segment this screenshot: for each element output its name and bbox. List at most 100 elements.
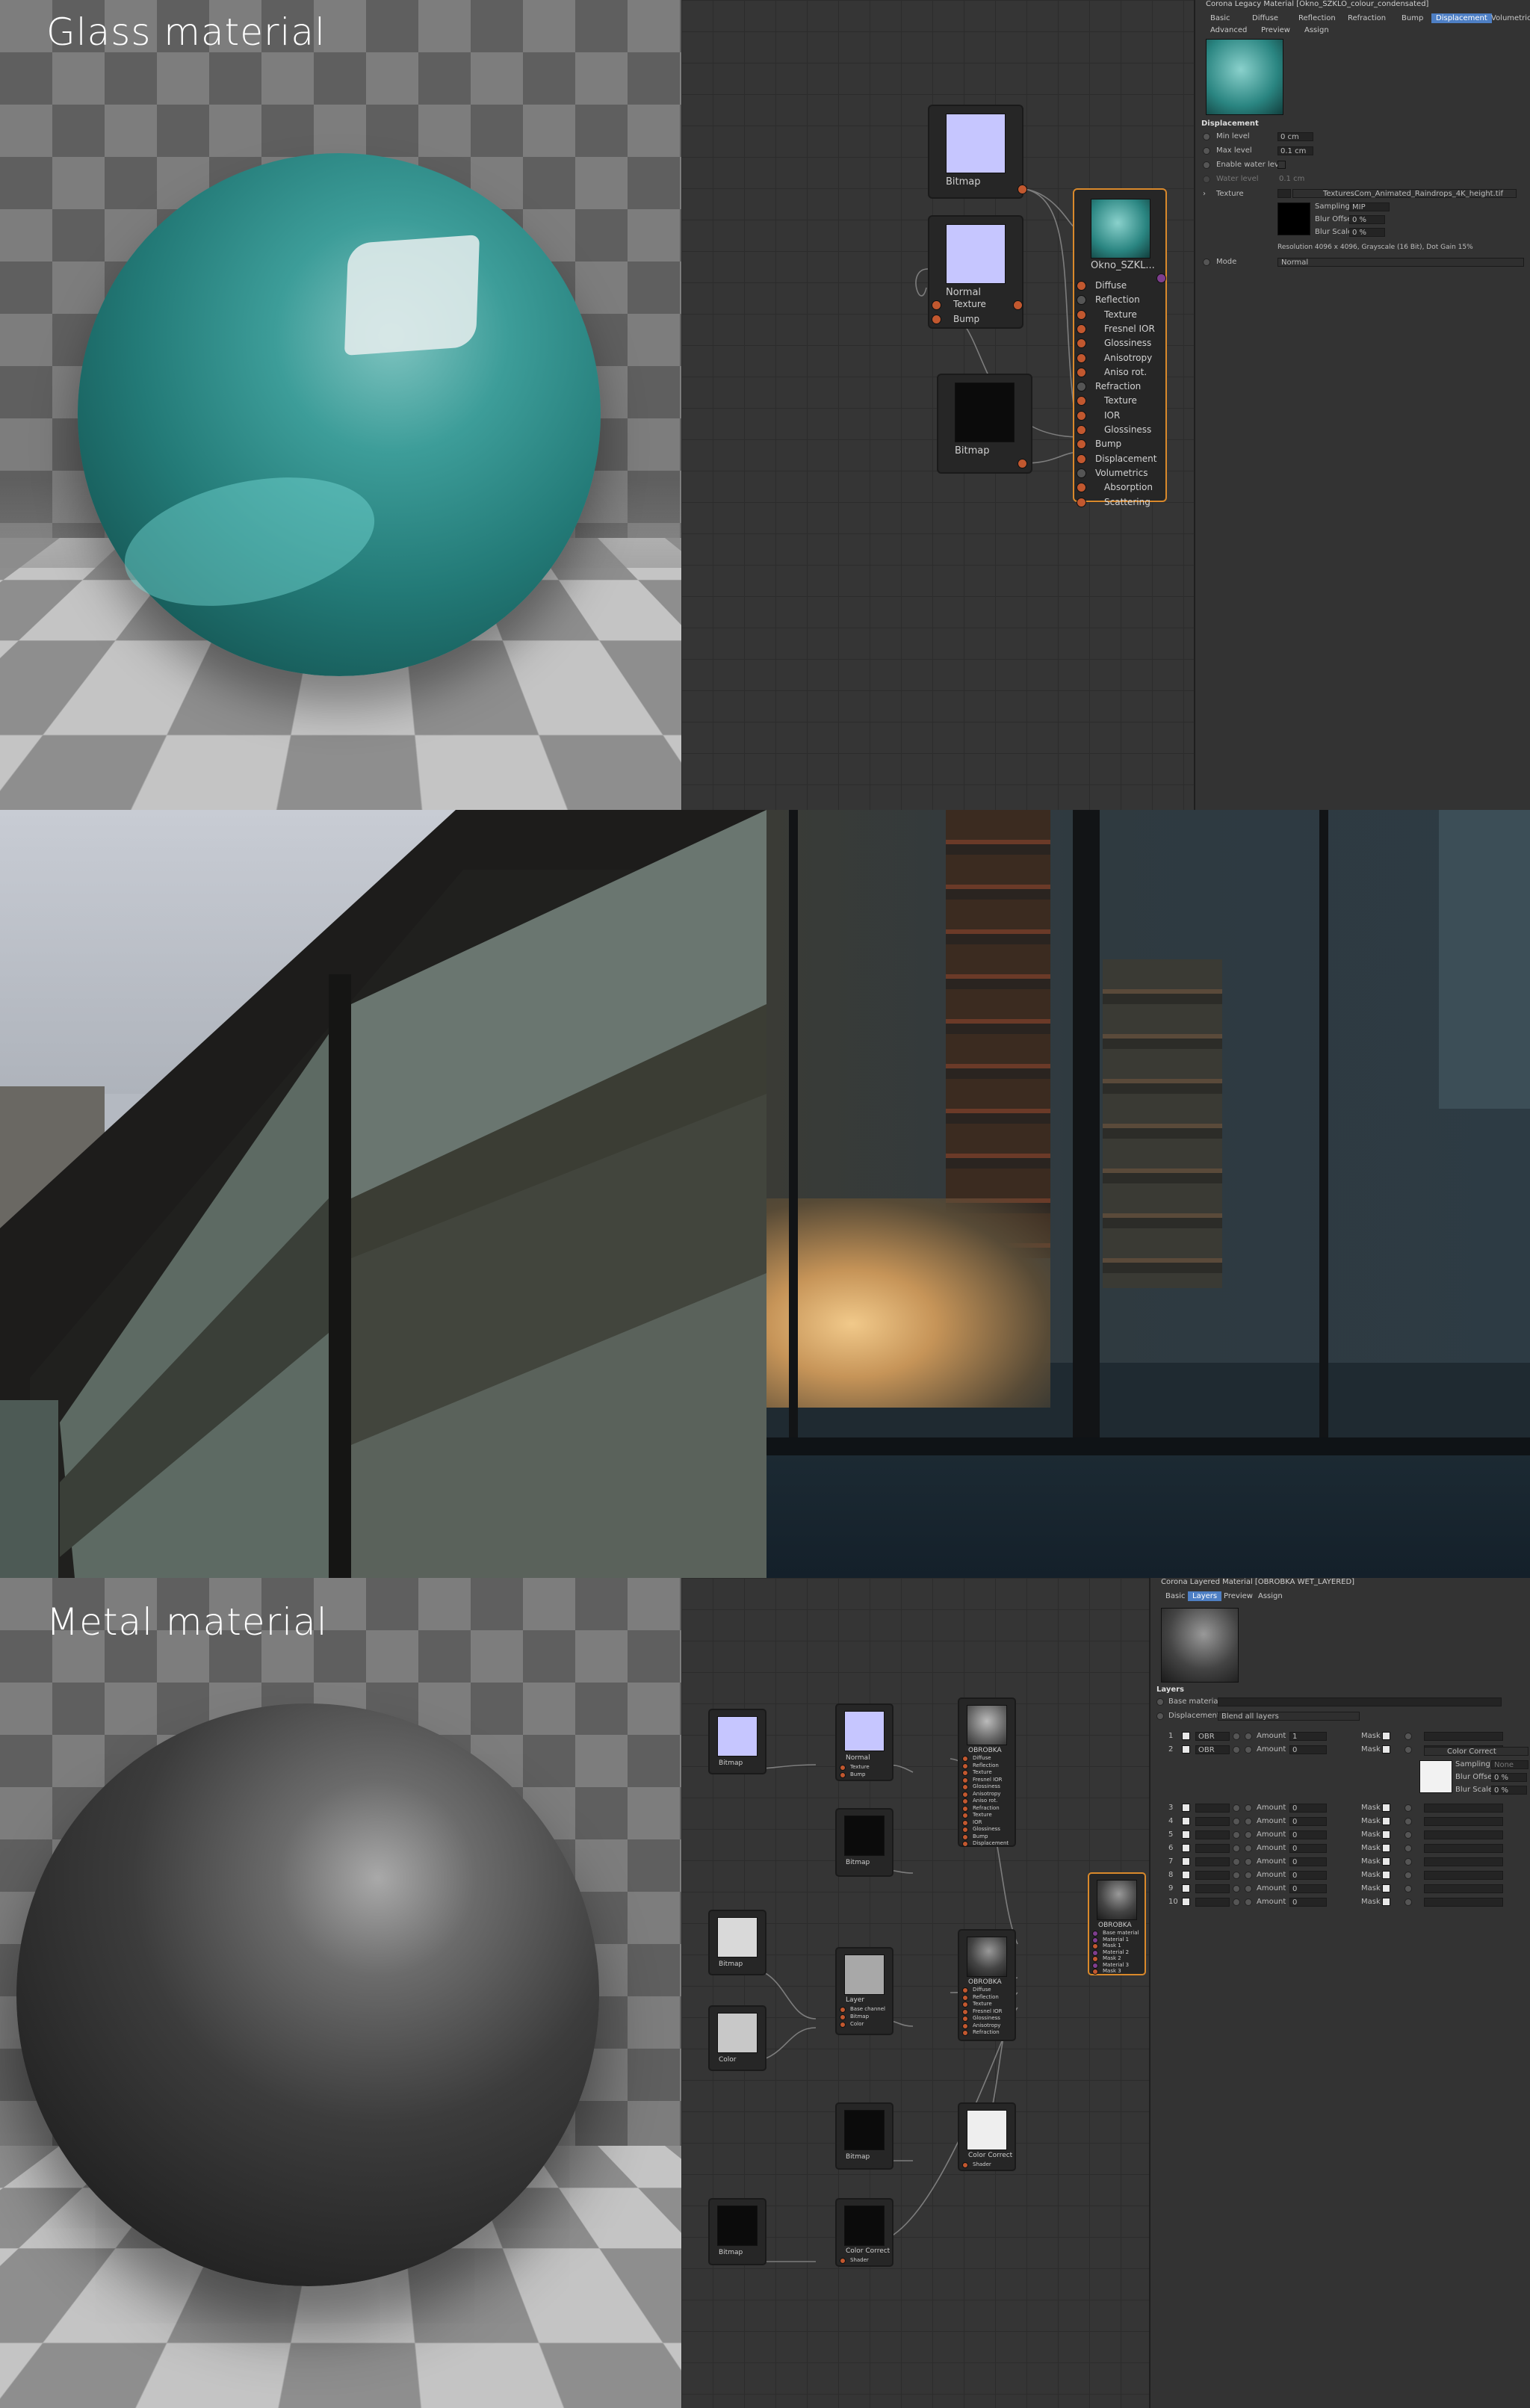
displacement-dropdown[interactable]: Blend all layers <box>1218 1712 1360 1721</box>
layer-amount-field[interactable]: 0 <box>1289 1817 1327 1826</box>
node-input-socket[interactable] <box>1092 1949 1098 1956</box>
metal-bitmap-2[interactable]: Bitmap <box>835 1808 893 1877</box>
metal-material-node-2[interactable]: OBROBKA Diffuse Reflection Texture Fresnel … <box>958 1929 1016 2041</box>
tab-reflection[interactable]: Reflection <box>1294 13 1340 23</box>
node-input-socket[interactable] <box>962 1987 968 1993</box>
node-input-socket[interactable] <box>962 1798 968 1804</box>
metal-color-correct-2[interactable]: Color Correct Shader <box>835 2198 893 2267</box>
metal-bitmap-3[interactable]: Bitmap <box>708 1910 766 1975</box>
tab-refraction[interactable]: Refraction <box>1343 13 1390 23</box>
layer-amount-anim-icon[interactable] <box>1245 1845 1252 1852</box>
normal-node[interactable]: Normal Texture Bump <box>928 215 1023 329</box>
layer-amount-field[interactable]: 0 <box>1289 1830 1327 1839</box>
material-input-socket[interactable] <box>1077 497 1086 507</box>
enable-water-checkbox[interactable] <box>1277 161 1286 169</box>
layer-mask-checkbox[interactable] <box>1382 1844 1390 1852</box>
metal-node-editor[interactable]: Bitmap Normal Texture Bump OBROBKA Diffu… <box>681 1578 1149 2408</box>
layer-amount-field[interactable]: 0 <box>1289 1857 1327 1866</box>
node-input-socket[interactable] <box>962 1813 968 1819</box>
layer-material-field[interactable] <box>1195 1804 1230 1813</box>
output-socket[interactable] <box>1018 185 1027 194</box>
node-input-socket[interactable] <box>962 1819 968 1826</box>
material-input-socket[interactable] <box>1077 353 1086 363</box>
material-input-socket[interactable] <box>1077 410 1086 421</box>
layer-mask-checkbox[interactable] <box>1382 1745 1390 1754</box>
layer-enable-checkbox[interactable] <box>1182 1871 1190 1879</box>
node-input-socket[interactable] <box>962 1784 968 1790</box>
layer-enable-checkbox[interactable] <box>1182 1745 1190 1754</box>
layer-mask-menu-icon[interactable] <box>1404 1733 1412 1740</box>
min-level-field[interactable]: 0 cm <box>1277 132 1313 141</box>
sampling-dropdown[interactable]: MIP <box>1349 202 1390 211</box>
layer-material-picker-icon[interactable] <box>1233 1872 1240 1879</box>
material-input-socket[interactable] <box>1077 468 1086 478</box>
layer-material-picker-icon[interactable] <box>1233 1733 1240 1740</box>
layer-material-field[interactable] <box>1195 1898 1230 1907</box>
mode-dropdown[interactable]: Normal <box>1277 258 1524 267</box>
node-input-socket[interactable] <box>962 2022 968 2029</box>
layer-mask-menu-icon[interactable] <box>1404 1898 1412 1906</box>
layer-amount-field[interactable]: 1 <box>1289 1732 1327 1741</box>
tab-layers[interactable]: Layers <box>1188 1591 1222 1601</box>
layer-material-field[interactable] <box>1195 1830 1230 1839</box>
metal-attribute-manager[interactable]: Corona Layered Material [OBROBKA WET_LAY… <box>1149 1578 1530 2408</box>
layer-material-picker-icon[interactable] <box>1233 1858 1240 1866</box>
base-material-field[interactable] <box>1218 1697 1502 1706</box>
layer-sampling-dropdown[interactable]: None <box>1491 1760 1529 1769</box>
metal-layer-node[interactable]: Layer Base channel Bitmap Color <box>835 1947 893 2035</box>
layer-amount-field[interactable]: 0 <box>1289 1884 1327 1893</box>
tab-preview[interactable]: Preview <box>1219 1591 1257 1601</box>
tab-bump[interactable]: Bump <box>1397 13 1428 23</box>
node-input-socket[interactable] <box>962 1791 968 1798</box>
layer-amount-anim-icon[interactable] <box>1245 1872 1252 1879</box>
layer-material-picker-icon[interactable] <box>1233 1845 1240 1852</box>
node-input-socket[interactable] <box>1092 1931 1098 1937</box>
node-input-socket[interactable] <box>1092 1937 1098 1943</box>
layer-mask-menu-icon[interactable] <box>1404 1831 1412 1839</box>
tab-displacement[interactable]: Displacement <box>1431 13 1492 23</box>
node-input-socket[interactable] <box>962 1777 968 1783</box>
layer-mask-menu-icon[interactable] <box>1404 1885 1412 1892</box>
node-input-socket[interactable] <box>962 2030 968 2036</box>
bitmap-node-bottom[interactable]: Bitmap <box>937 374 1032 474</box>
layer-amount-field[interactable]: 0 <box>1289 1804 1327 1813</box>
layer-enable-checkbox[interactable] <box>1182 1844 1190 1852</box>
layer-material-picker-icon[interactable] <box>1233 1898 1240 1906</box>
node-input-socket[interactable] <box>1092 1962 1098 1969</box>
layer-material-field[interactable]: OBR <box>1195 1732 1230 1741</box>
tab-advanced[interactable]: Advanced <box>1206 25 1251 35</box>
glass-attribute-manager[interactable]: Corona Legacy Material [Okno_SZKLO_colou… <box>1194 0 1530 810</box>
node-input-socket[interactable] <box>1092 1943 1098 1949</box>
layer-mask-shader-field[interactable] <box>1424 1857 1503 1866</box>
layer-mask-checkbox[interactable] <box>1382 1830 1390 1839</box>
layer-enable-checkbox[interactable] <box>1182 1804 1190 1812</box>
max-level-field[interactable]: 0.1 cm <box>1277 146 1313 155</box>
bitmap-node-top[interactable]: Bitmap <box>928 105 1027 199</box>
layer-amount-anim-icon[interactable] <box>1245 1831 1252 1839</box>
material-input-socket[interactable] <box>1077 425 1086 435</box>
material-node-selected[interactable]: Okno_SZKL... Diffuse Reflection Texture Fre… <box>1073 188 1167 507</box>
blur-scale-field[interactable]: 0 % <box>1349 228 1385 237</box>
node-input-socket[interactable] <box>1092 1956 1098 1962</box>
layer-mask-shader-field[interactable] <box>1424 1898 1503 1907</box>
layer-material-picker-icon[interactable] <box>1233 1746 1240 1754</box>
tab-diffuse[interactable]: Diffuse <box>1248 13 1283 23</box>
tab-assign[interactable]: Assign <box>1300 25 1334 35</box>
node-input-socket[interactable] <box>962 2016 968 2022</box>
layer-material-picker-icon[interactable] <box>1233 1831 1240 1839</box>
material-input-socket[interactable] <box>1077 483 1086 493</box>
layer-mask-shader-field[interactable] <box>1424 1732 1503 1741</box>
layer-enable-checkbox[interactable] <box>1182 1732 1190 1740</box>
layer-material-field[interactable] <box>1195 1817 1230 1826</box>
layer-enable-checkbox[interactable] <box>1182 1830 1190 1839</box>
layer-amount-anim-icon[interactable] <box>1245 1804 1252 1812</box>
layer-mask-checkbox[interactable] <box>1382 1857 1390 1866</box>
tab-preview[interactable]: Preview <box>1257 25 1295 35</box>
tab-volumetrics[interactable]: Volumetrics <box>1487 13 1530 23</box>
layer-mask-menu-icon[interactable] <box>1404 1818 1412 1825</box>
layer-mask-shader-field[interactable] <box>1424 1844 1503 1853</box>
layer-amount-anim-icon[interactable] <box>1245 1898 1252 1906</box>
glass-node-editor[interactable]: Bitmap Normal Texture Bump Bitmap Okno_S… <box>681 0 1194 810</box>
metal-color-correct-1[interactable]: Color Correct Shader <box>958 2102 1016 2171</box>
layer-material-picker-icon[interactable] <box>1233 1804 1240 1812</box>
